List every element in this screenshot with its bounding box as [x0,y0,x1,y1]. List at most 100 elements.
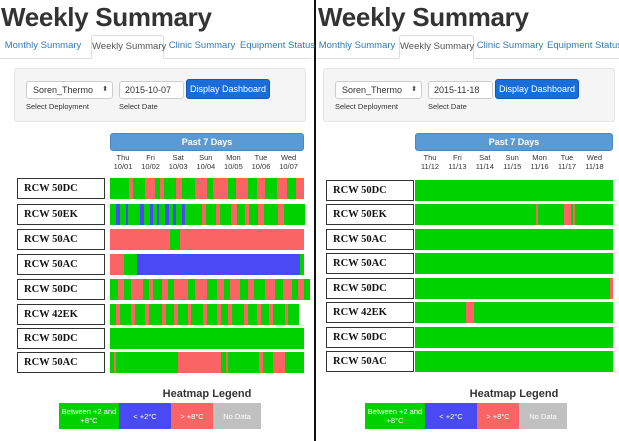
legend-cold-label: < +2°C [133,411,157,421]
day-date: 11/12 [420,162,440,171]
heatmap-segment-hot [195,279,208,300]
tab-weekly-summary[interactable]: Weekly Summary [91,35,166,59]
tab-monthly-summary[interactable]: Monthly Summary [0,35,86,59]
heatmap-segment-between [219,204,232,225]
day-of-week: Mon [226,153,241,162]
day-column-header: Sat 10/03 [165,153,191,171]
heatmap-segment-between [191,304,204,325]
heatmap-segment-hot [212,178,229,199]
equipment-label: RCW 50AC [326,253,414,274]
day-date: 10/03 [168,162,188,171]
day-column-header: Wed 10/07 [276,153,302,171]
heatmap-segment-between [207,304,218,325]
heatmap-segment-hot [174,279,188,300]
day-column-header: Thu 10/01 [110,153,136,171]
deployment-label: Select Deployment [335,102,398,111]
day-of-week: Tue [560,153,574,162]
date-input[interactable]: 2015-11-18 [428,81,493,99]
heatmap-segment-hot [610,278,614,299]
day-date: 10/01 [113,162,133,171]
equipment-label: RCW 50DC [326,327,414,348]
day-date: 11/14 [475,162,494,171]
filter-well: Soren_Thermo ⬍ Select Deployment 2015-10-07… [14,68,306,122]
date-input[interactable]: 2015-10-07 [119,81,184,99]
heatmap-segment-between [152,279,163,300]
day-date: 11/16 [530,162,549,171]
heatmap-row [110,204,306,225]
day-date: 10/02 [141,162,160,171]
equipment-label: RCW 50EK [17,204,105,225]
deployment-select[interactable]: Soren_Thermo ⬍ [335,81,422,99]
tab-equipment-status[interactable]: Equipment Status [547,35,619,59]
equipment-label: RCW 50AC [326,229,414,250]
heatmap-segment-between [415,302,467,323]
tab-clinic-summary[interactable]: Clinic Summary [166,35,238,59]
heatmap-segment-between [133,178,146,199]
legend-nodata-label: No Data [223,411,251,421]
equipment-label: RCW 50DC [17,279,105,300]
heatmap-segment-hot [110,254,124,275]
heatmap-segment-between [177,304,188,325]
page-title: Weekly Summary [318,2,529,32]
heatmap-segment-hot [195,178,208,199]
day-column-header: Sun 11/15 [499,153,525,171]
heatmap-segment-between [253,279,266,300]
heatmap-segment-hot [177,352,221,373]
heatmap-segment-between [415,351,614,372]
day-column-header: Fri 11/13 [444,153,470,171]
heatmap-segment-hot [230,279,241,300]
heatmap-segment-between [265,178,278,199]
equipment-label: RCW 50DC [326,180,414,201]
day-column-header: Tue 11/17 [554,153,580,171]
date-label: Select Date [428,102,467,111]
heatmap-segment-cold [137,254,301,275]
equipment-label: RCW 50AC [17,352,105,373]
heatmap-segment-hot [236,178,249,199]
display-dashboard-button[interactable]: Display Dashboard [495,79,579,99]
day-column-header: Wed 11/18 [581,153,607,171]
legend-nodata: No Data [213,403,261,429]
day-of-week: Sun [505,153,519,162]
heatmap-segment-between [184,204,203,225]
day-column-header: Mon 11/16 [527,153,553,171]
weekly-summary-panel: Weekly Summary Monthly Summary Weekly Summ… [317,0,619,441]
tab-weekly-summary[interactable]: Weekly Summary [399,35,474,59]
equipment-label: RCW 42EK [326,302,414,323]
deployment-select-value: Soren_Thermo [342,85,403,95]
heatmap-segment-between [415,278,611,299]
heatmap-segment-between [415,229,614,250]
day-of-week: Thu [423,153,437,162]
tab-equipment-status[interactable]: Equipment Status [240,35,315,59]
tab-clinic-summary[interactable]: Clinic Summary [475,35,545,59]
day-date: 10/07 [279,162,298,171]
heatmap-segment-between [247,178,258,199]
day-of-week: Thu [116,153,130,162]
legend-between-label: Between +2 and +8°C [367,407,423,425]
heatmap-segment-between [415,180,614,201]
page-title: Weekly Summary [1,2,212,32]
heatmap-row [110,229,305,250]
heatmap-segment-between [288,304,299,325]
heatmap-segment-between [115,352,179,373]
heatmap-segment-between [474,302,614,323]
legend-between: Between +2 and +8°C [59,403,119,429]
heatmap-row [110,178,305,199]
heatmap-segment-between [123,254,138,275]
heatmap-row [415,302,614,323]
deployment-select[interactable]: Soren_Thermo ⬍ [26,81,113,99]
legend-hot-label: > +8°C [180,411,204,421]
tab-monthly-summary[interactable]: Monthly Summary [317,35,397,59]
display-dashboard-button[interactable]: Display Dashboard [186,79,270,99]
legend-title: Heatmap Legend [162,388,252,400]
heatmap-segment-between [263,352,274,373]
deployment-label: Select Deployment [26,102,89,111]
legend-cold: < +2°C [425,403,477,429]
select-arrows-icon: ⬍ [411,86,417,93]
equipment-label: RCW 50AC [17,229,105,250]
day-column-header: Sat 11/14 [472,153,498,171]
heatmap-segment-between [110,328,305,349]
heatmap-segment-between [207,279,218,300]
day-of-week: Tue [254,153,268,162]
heatmap-segment-between [415,204,537,225]
heatmap-segment-hot [131,279,144,300]
